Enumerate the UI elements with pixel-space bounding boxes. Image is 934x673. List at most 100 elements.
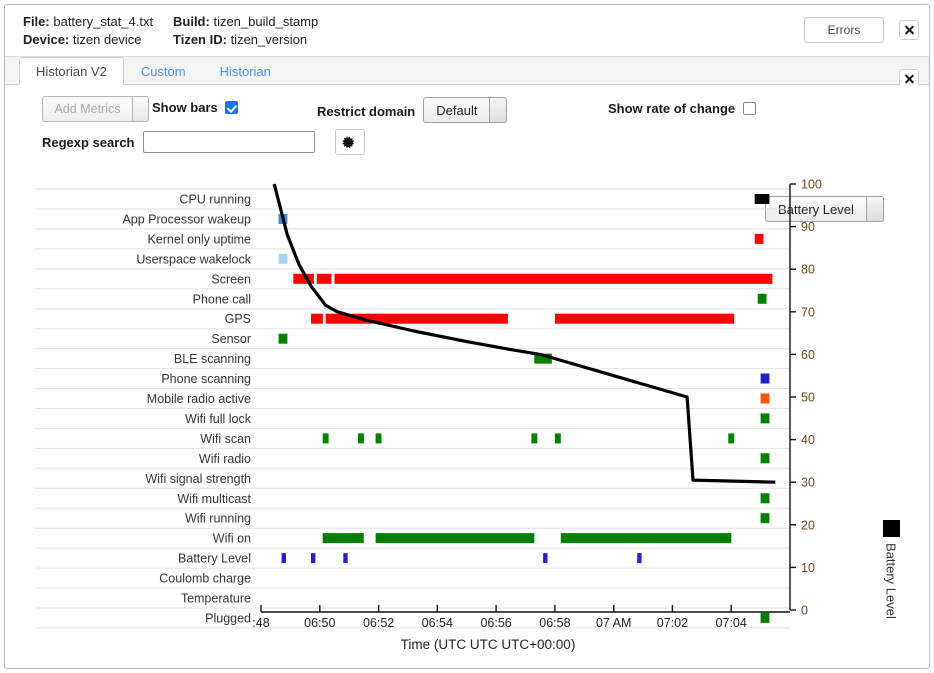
settings-button[interactable]: [335, 129, 365, 155]
timeline-bar[interactable]: [761, 613, 770, 623]
row-label: CPU running: [179, 193, 251, 207]
timeline-bar[interactable]: [755, 234, 764, 244]
chart-svg[interactable]: CPU running App Processor wakeup Kernel on…: [5, 155, 930, 665]
row-label: Temperature: [181, 592, 251, 606]
historian-timeline-chart[interactable]: CPU running App Processor wakeup Kernel on…: [5, 155, 930, 665]
row-label: BLE scanning: [174, 352, 251, 366]
row-label: Wifi multicast: [177, 492, 251, 506]
timeline-bar[interactable]: [311, 314, 323, 324]
timeline-bar[interactable]: [761, 413, 770, 423]
timeline-bar[interactable]: [543, 553, 547, 563]
restrict-domain-label: Restrict domain: [317, 101, 415, 119]
tizen-id-row: Tizen ID: tizen_version: [173, 32, 318, 48]
gear-icon: [342, 135, 357, 150]
tizen-id-value: tizen_version: [231, 32, 308, 47]
tab-historian-v2[interactable]: Historian V2: [19, 57, 124, 85]
timeline-bar[interactable]: [343, 553, 347, 563]
show-rate-of-change-label: Show rate of change: [608, 101, 735, 116]
row-label: App Processor wakeup: [122, 213, 251, 227]
y-tick-label: 30: [801, 476, 815, 490]
x-tick-label: 07 AM: [596, 616, 631, 630]
row-label: Userspace wakelock: [136, 252, 251, 266]
row-label: Kernel only uptime: [147, 232, 251, 246]
timeline-bar[interactable]: [761, 493, 770, 503]
chevron-down-icon[interactable]: [489, 97, 507, 123]
chart-legend: Battery Level: [871, 520, 911, 619]
row-label: Wifi radio: [199, 452, 251, 466]
timeline-bar[interactable]: [758, 294, 767, 304]
add-metrics-control: Add Metrics: [42, 96, 149, 122]
row-label: Wifi on: [213, 532, 251, 546]
timeline-bar[interactable]: [531, 433, 537, 443]
x-axis-time: :4806:5006:5206:5406:5606:5807 AM07:0207…: [252, 605, 790, 630]
file-metadata: File: battery_stat_4.txt Build: tizen_bu…: [23, 14, 318, 48]
timeline-bar[interactable]: [555, 314, 734, 324]
timeline-bar[interactable]: [761, 513, 770, 523]
device-row: Device: tizen device: [23, 32, 173, 48]
timeline-bar[interactable]: [755, 194, 770, 204]
tab-list: Historian V2 Custom Historian: [19, 57, 288, 85]
timeline-bar[interactable]: [555, 433, 561, 443]
regexp-search-control: Regexp search: [42, 129, 365, 155]
y-tick-label: 50: [801, 391, 815, 405]
row-label: Wifi full lock: [185, 412, 252, 426]
add-metrics-dropdown-toggle[interactable]: [132, 96, 149, 122]
timeline-bar[interactable]: [761, 453, 770, 463]
timeline-bar[interactable]: [561, 533, 732, 543]
timeline-bar[interactable]: [317, 274, 332, 284]
errors-button[interactable]: Errors: [804, 17, 884, 43]
x-tick-label: 07:04: [716, 616, 747, 630]
x-tick-label: 06:54: [422, 616, 453, 630]
tab-historian[interactable]: Historian: [203, 57, 288, 85]
timeline-bar[interactable]: [323, 433, 329, 443]
file-info-header: File: battery_stat_4.txt Build: tizen_bu…: [5, 5, 929, 57]
file-row: File: battery_stat_4.txt: [23, 14, 173, 30]
show-bars-control: Show bars: [152, 100, 238, 115]
row-label: Phone call: [193, 292, 251, 306]
regexp-search-label: Regexp search: [42, 135, 135, 150]
y-tick-label: 10: [801, 561, 815, 575]
row-label: Wifi scan: [200, 432, 251, 446]
chart-toolbar: Add Metrics Show bars Restrict domain De…: [5, 85, 929, 153]
timeline-bar[interactable]: [323, 533, 364, 543]
device-label: Device:: [23, 32, 69, 47]
row-label: Wifi signal strength: [145, 472, 251, 486]
build-value: tizen_build_stamp: [213, 14, 318, 29]
row-label: Coulomb charge: [159, 572, 251, 586]
timeline-bar[interactable]: [637, 553, 641, 563]
row-label: Mobile radio active: [147, 392, 251, 406]
x-tick-label: 07:02: [657, 616, 688, 630]
header-close-button[interactable]: [899, 20, 919, 40]
tab-custom[interactable]: Custom: [124, 57, 203, 85]
timeline-bar[interactable]: [335, 274, 773, 284]
legend-color-swatch: [883, 520, 900, 537]
restrict-domain-value[interactable]: Default: [423, 97, 489, 123]
y-tick-label: 100: [801, 178, 822, 192]
timeline-bar[interactable]: [279, 334, 288, 344]
timeline-bar[interactable]: [376, 533, 535, 543]
timeline-bar[interactable]: [761, 394, 770, 404]
regexp-search-input[interactable]: [143, 131, 315, 153]
timeline-bar[interactable]: [282, 553, 286, 563]
add-metrics-button[interactable]: Add Metrics: [42, 96, 132, 122]
y-axis-battery-level: 0102030405060708090100: [790, 178, 822, 618]
timeline-bar[interactable]: [279, 254, 288, 264]
x-axis-title: Time (UTC UTC UTC+00:00): [401, 637, 576, 652]
show-rate-of-change-checkbox[interactable]: [743, 102, 756, 115]
timeline-bar[interactable]: [311, 553, 315, 563]
build-label: Build:: [173, 14, 210, 29]
close-icon: [904, 74, 915, 85]
restrict-domain-select[interactable]: Default: [423, 97, 507, 123]
show-bars-checkbox[interactable]: [225, 101, 238, 114]
row-label: Screen: [211, 272, 251, 286]
row-label: Sensor: [211, 332, 251, 346]
timeline-bar[interactable]: [358, 433, 364, 443]
timeline-bar[interactable]: [761, 374, 770, 384]
y-tick-label: 20: [801, 518, 815, 532]
legend-label: Battery Level: [884, 543, 899, 619]
timeline-bar[interactable]: [376, 433, 382, 443]
timeline-bar[interactable]: [728, 433, 734, 443]
row-label: GPS: [225, 312, 251, 326]
show-rate-of-change-control: Show rate of change: [608, 101, 756, 116]
x-tick-label: 06:56: [480, 616, 511, 630]
